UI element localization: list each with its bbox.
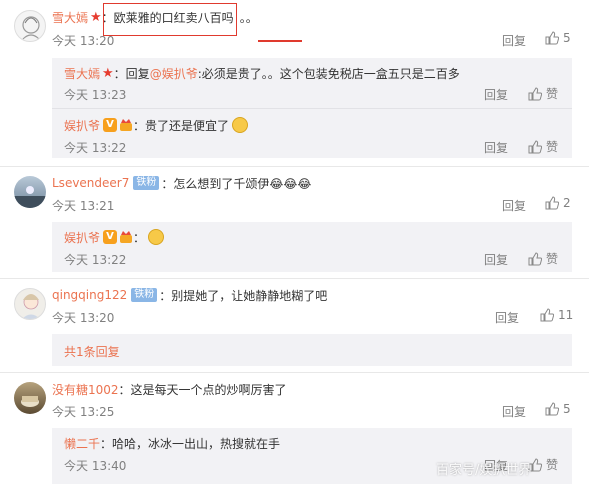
verified-v-icon: V: [103, 118, 118, 132]
avatar[interactable]: [14, 10, 46, 42]
username[interactable]: qingqing122: [52, 288, 127, 302]
comment-time: 今天 13:40: [64, 459, 127, 473]
crown-badge-icon: [119, 230, 133, 244]
like-button[interactable]: 2: [545, 196, 571, 210]
comment-time: 今天 13:23: [64, 88, 127, 102]
avatar[interactable]: [14, 382, 46, 414]
like-button[interactable]: 5: [545, 31, 571, 45]
username[interactable]: 娱扒爷: [64, 229, 100, 246]
crown-badge-icon: [119, 118, 133, 132]
watermark: 百家号/娱扒世界: [436, 463, 532, 478]
thumb-up-icon: [528, 251, 542, 265]
like-button[interactable]: 赞: [528, 138, 558, 155]
fan-badge: 铁粉: [133, 176, 160, 190]
comment-time: 今天 13:25: [52, 405, 115, 419]
thumb-up-icon: [545, 196, 559, 210]
username[interactable]: 懒二千: [64, 435, 100, 452]
comment-time: 今天 13:20: [52, 311, 115, 325]
highlight-box: [103, 3, 237, 36]
username[interactable]: 娱扒爷: [64, 117, 100, 134]
reply-button[interactable]: 回复: [502, 32, 526, 49]
comment-time: 今天 13:22: [64, 253, 127, 267]
comment-text: ：这是每天一个点的炒啊厉害了: [118, 382, 287, 397]
emoji-icon: [148, 229, 165, 245]
divider: [52, 108, 572, 109]
comment-time: 今天 13:20: [52, 34, 115, 48]
star-badge-icon: ★: [102, 65, 114, 81]
username[interactable]: 没有糖1002: [52, 381, 119, 398]
comment-time: 今天 13:22: [64, 141, 127, 155]
reply-button[interactable]: 回复: [484, 86, 508, 103]
like-button[interactable]: 5: [545, 402, 571, 416]
comment-text-continued: :必须是贵了。。这个包装免税店一盒五只是二百多: [197, 66, 460, 81]
thumb-up-icon: [528, 86, 542, 100]
verified-v-icon: V: [103, 230, 118, 244]
divider: [0, 278, 589, 279]
reply-button[interactable]: 回复: [495, 309, 519, 326]
like-button[interactable]: 11: [540, 308, 573, 322]
reply-button[interactable]: 回复: [502, 197, 526, 214]
comment-text: ：贵了还是便宜了: [133, 118, 230, 133]
comment-text: ：: [133, 230, 146, 245]
like-button[interactable]: 赞: [528, 250, 558, 267]
reply-button[interactable]: 回复: [484, 251, 508, 268]
thumb-up-icon: [540, 308, 554, 322]
reply-thread: [52, 334, 572, 366]
like-button[interactable]: 赞: [528, 456, 558, 473]
expand-replies-link[interactable]: 共1条回复: [64, 343, 120, 360]
avatar[interactable]: [14, 288, 46, 320]
comment-text: ：怎么想到了千颂伊😂😂😂: [161, 176, 312, 191]
divider: [0, 166, 589, 167]
comment-time: 今天 13:21: [52, 199, 115, 213]
fan-badge: 铁粉: [131, 288, 158, 302]
mention-link[interactable]: @娱扒爷: [150, 65, 198, 82]
like-button[interactable]: 赞: [528, 85, 558, 102]
username[interactable]: 雪大嫣: [52, 9, 88, 26]
divider: [0, 372, 589, 373]
comment-suffix: 。。: [239, 10, 258, 25]
underline-mark: [258, 40, 302, 42]
thumb-up-icon: [545, 31, 559, 45]
star-badge-icon: ★: [90, 9, 102, 25]
avatar[interactable]: [14, 176, 46, 208]
like-count: 5: [563, 31, 571, 45]
username[interactable]: 雪大嫣: [64, 65, 100, 82]
reply-button[interactable]: 回复: [484, 139, 508, 156]
comment-text: ：别提她了，让她静静地糊了吧: [159, 288, 328, 303]
thumb-up-icon: [545, 402, 559, 416]
comment-text: ：回复: [113, 66, 150, 81]
reply-button[interactable]: 回复: [502, 403, 526, 420]
emoji-icon: [232, 117, 249, 133]
comment-text: ：哈哈，冰冰一出山，热搜就在手: [100, 436, 281, 451]
thumb-up-icon: [528, 139, 542, 153]
username[interactable]: Lsevendeer7: [52, 176, 129, 190]
